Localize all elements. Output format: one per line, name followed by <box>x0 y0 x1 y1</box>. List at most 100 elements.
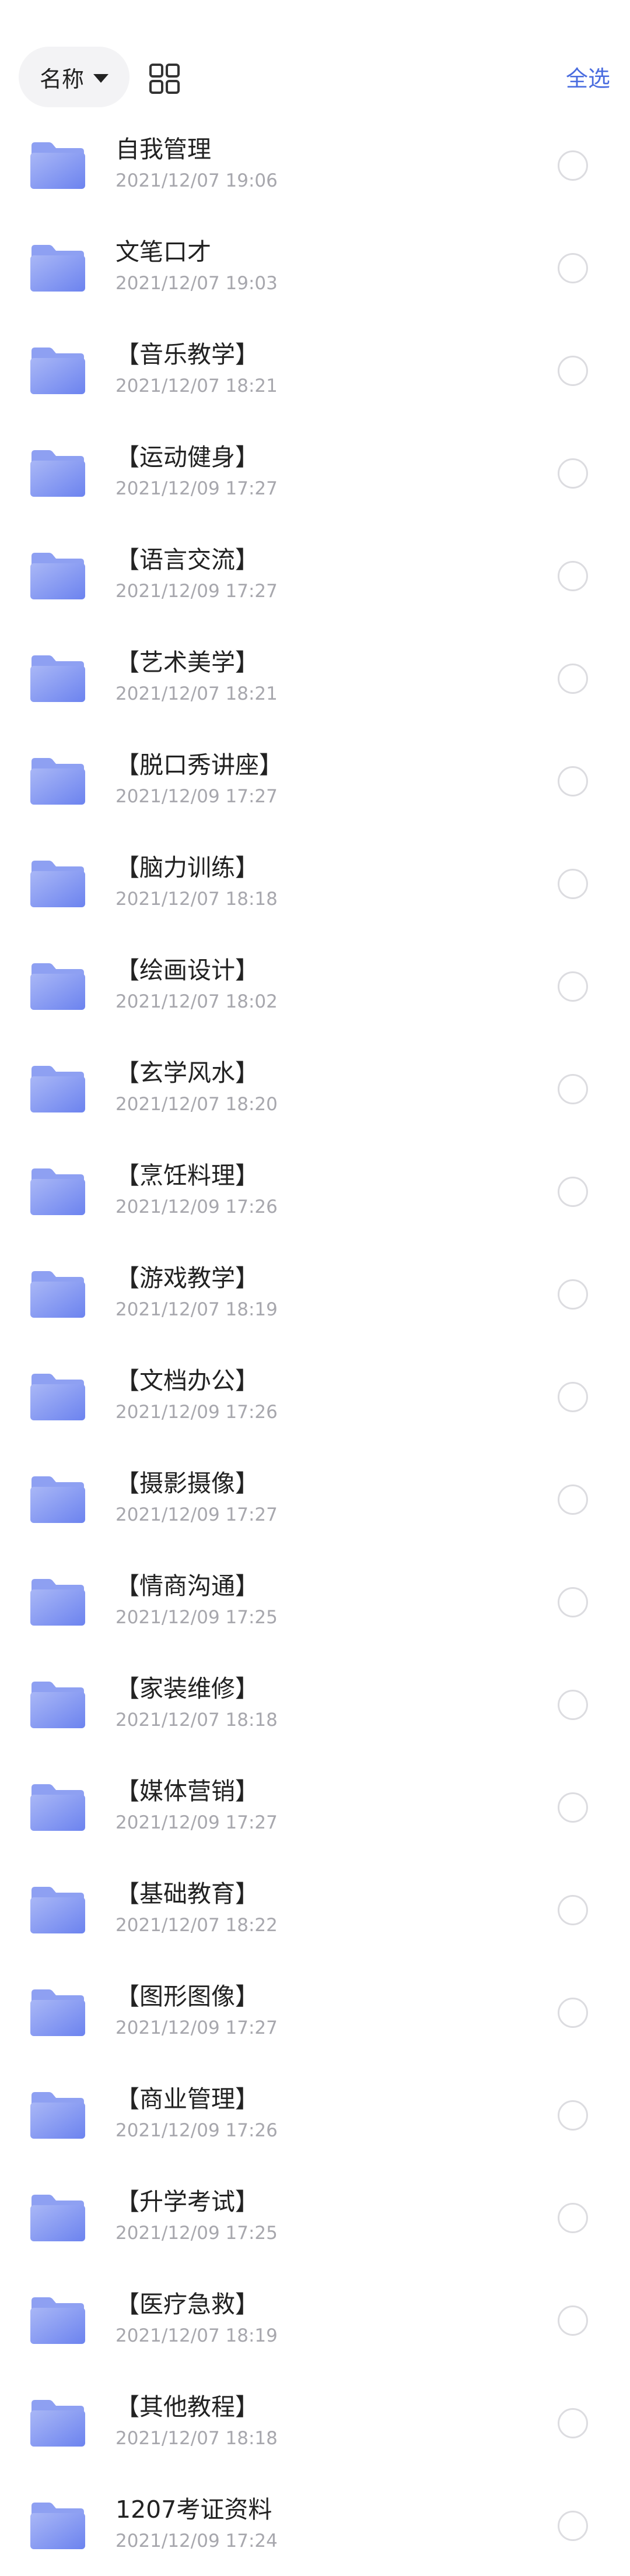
folder-icon <box>30 2400 85 2447</box>
list-item[interactable]: 【脑力训练】 2021/12/07 18:18 <box>0 823 630 926</box>
file-date: 2021/12/07 18:19 <box>116 2325 278 2346</box>
file-name: 【情商沟通】 <box>116 1572 259 1600</box>
list-item[interactable]: 【绘画设计】 2021/12/07 18:02 <box>0 926 630 1029</box>
list-item[interactable]: 【文档办公】 2021/12/09 17:26 <box>0 1336 630 1439</box>
file-name: 【医疗急救】 <box>116 2290 259 2318</box>
folder-icon <box>30 861 85 907</box>
list-item[interactable]: 【升学考试】 2021/12/09 17:25 <box>0 2157 630 2260</box>
file-name: 【脑力训练】 <box>116 854 259 882</box>
select-checkbox[interactable] <box>558 1690 588 1720</box>
select-checkbox[interactable] <box>558 1279 588 1310</box>
file-name: 【文档办公】 <box>116 1367 259 1395</box>
list-item[interactable]: 【图形图像】 2021/12/09 17:27 <box>0 1952 630 2055</box>
file-name: 【烹饪料理】 <box>116 1161 259 1189</box>
folder-icon <box>30 1887 85 1933</box>
file-name: 【绘画设计】 <box>116 956 259 984</box>
folder-icon <box>30 1271 85 1318</box>
select-checkbox[interactable] <box>558 1074 588 1104</box>
file-date: 2021/12/09 17:26 <box>116 1402 278 1423</box>
file-name: 【其他教程】 <box>116 2393 259 2421</box>
folder-icon <box>30 142 85 189</box>
folder-icon <box>30 1682 85 1728</box>
list-item[interactable]: 【商业管理】 2021/12/09 17:26 <box>0 2055 630 2157</box>
select-checkbox[interactable] <box>558 253 588 283</box>
select-checkbox[interactable] <box>558 1382 588 1412</box>
file-name: 【玄学风水】 <box>116 1059 259 1087</box>
select-checkbox[interactable] <box>558 458 588 489</box>
select-checkbox[interactable] <box>558 2203 588 2233</box>
select-checkbox[interactable] <box>558 766 588 796</box>
file-name: 【语言交流】 <box>116 546 259 574</box>
folder-icon <box>30 348 85 394</box>
file-date: 2021/12/07 18:21 <box>116 683 278 704</box>
select-checkbox[interactable] <box>558 356 588 386</box>
file-name: 【升学考试】 <box>116 2188 259 2216</box>
folder-icon <box>30 1784 85 1831</box>
file-date: 2021/12/09 17:27 <box>116 478 278 499</box>
list-item[interactable]: 【艺术美学】 2021/12/07 18:21 <box>0 618 630 721</box>
select-checkbox[interactable] <box>558 869 588 899</box>
list-item[interactable]: 【家装维修】 2021/12/07 18:18 <box>0 1644 630 1747</box>
select-checkbox[interactable] <box>558 2408 588 2438</box>
file-date: 2021/12/09 17:27 <box>116 1504 278 1525</box>
folder-icon <box>30 2195 85 2241</box>
select-checkbox[interactable] <box>558 1587 588 1617</box>
list-item[interactable]: 1207考证资料 2021/12/09 17:24 <box>0 2465 630 2568</box>
list-item[interactable]: 【游戏教学】 2021/12/07 18:19 <box>0 1234 630 1336</box>
list-item[interactable]: 【其他教程】 2021/12/07 18:18 <box>0 2363 630 2465</box>
grid-view-icon[interactable] <box>149 63 180 94</box>
file-date: 2021/12/07 19:03 <box>116 273 278 294</box>
file-name: 【摄影摄像】 <box>116 1469 259 1497</box>
file-name: 【脱口秀讲座】 <box>116 751 283 779</box>
folder-icon <box>30 758 85 805</box>
list-item[interactable]: 【脱口秀讲座】 2021/12/09 17:27 <box>0 721 630 823</box>
select-checkbox[interactable] <box>558 150 588 181</box>
file-name: 自我管理 <box>116 135 211 163</box>
file-date: 2021/12/09 17:27 <box>116 2017 278 2038</box>
select-checkbox[interactable] <box>558 1484 588 1515</box>
select-checkbox[interactable] <box>558 1177 588 1207</box>
list-item[interactable]: 【情商沟通】 2021/12/09 17:25 <box>0 1542 630 1644</box>
folder-icon <box>30 450 85 497</box>
list-item[interactable]: 自我管理 2021/12/07 19:06 <box>0 105 630 208</box>
folder-icon <box>30 1989 85 2036</box>
select-checkbox[interactable] <box>558 2100 588 2131</box>
list-item[interactable]: 【语言交流】 2021/12/09 17:27 <box>0 515 630 618</box>
select-checkbox[interactable] <box>558 2305 588 2336</box>
file-date: 2021/12/07 18:18 <box>116 889 278 910</box>
select-checkbox[interactable] <box>558 971 588 1002</box>
select-checkbox[interactable] <box>558 1792 588 1823</box>
list-item[interactable]: 【运动健身】 2021/12/09 17:27 <box>0 413 630 515</box>
sort-button[interactable]: 名称 <box>19 47 130 107</box>
select-checkbox[interactable] <box>558 1895 588 1925</box>
list-item[interactable]: 【摄影摄像】 2021/12/09 17:27 <box>0 1439 630 1542</box>
file-date: 2021/12/09 17:27 <box>116 786 278 807</box>
list-item[interactable]: 文笔口才 2021/12/07 19:03 <box>0 208 630 310</box>
list-item[interactable]: 【烹饪料理】 2021/12/09 17:26 <box>0 1131 630 1234</box>
file-date: 2021/12/07 18:22 <box>116 1915 278 1936</box>
select-checkbox[interactable] <box>558 2511 588 2541</box>
folder-icon <box>30 2092 85 2139</box>
file-name: 【游戏教学】 <box>116 1264 259 1292</box>
list-item[interactable]: 【音乐教学】 2021/12/07 18:21 <box>0 310 630 413</box>
folder-icon <box>30 963 85 1010</box>
file-name: 【商业管理】 <box>116 2085 259 2113</box>
folder-icon <box>30 1579 85 1626</box>
select-checkbox[interactable] <box>558 561 588 591</box>
file-date: 2021/12/09 17:24 <box>116 2531 278 2552</box>
file-date: 2021/12/07 18:20 <box>116 1094 278 1115</box>
file-date: 2021/12/09 17:27 <box>116 581 278 602</box>
folder-icon <box>30 553 85 599</box>
file-name: 文笔口才 <box>116 238 211 266</box>
list-item[interactable]: 【医疗急救】 2021/12/07 18:19 <box>0 2260 630 2363</box>
list-item[interactable]: 【基础教育】 2021/12/07 18:22 <box>0 1849 630 1952</box>
select-checkbox[interactable] <box>558 1998 588 2028</box>
file-list: 自我管理 2021/12/07 19:06 文笔口才 2021/12/07 19… <box>0 105 630 2568</box>
select-all-button[interactable]: 全选 <box>566 63 610 94</box>
folder-icon <box>30 245 85 292</box>
list-item[interactable]: 【玄学风水】 2021/12/07 18:20 <box>0 1029 630 1131</box>
folder-icon <box>30 2297 85 2344</box>
list-item[interactable]: 【媒体营销】 2021/12/09 17:27 <box>0 1747 630 1849</box>
select-checkbox[interactable] <box>558 664 588 694</box>
folder-icon <box>30 1476 85 1523</box>
